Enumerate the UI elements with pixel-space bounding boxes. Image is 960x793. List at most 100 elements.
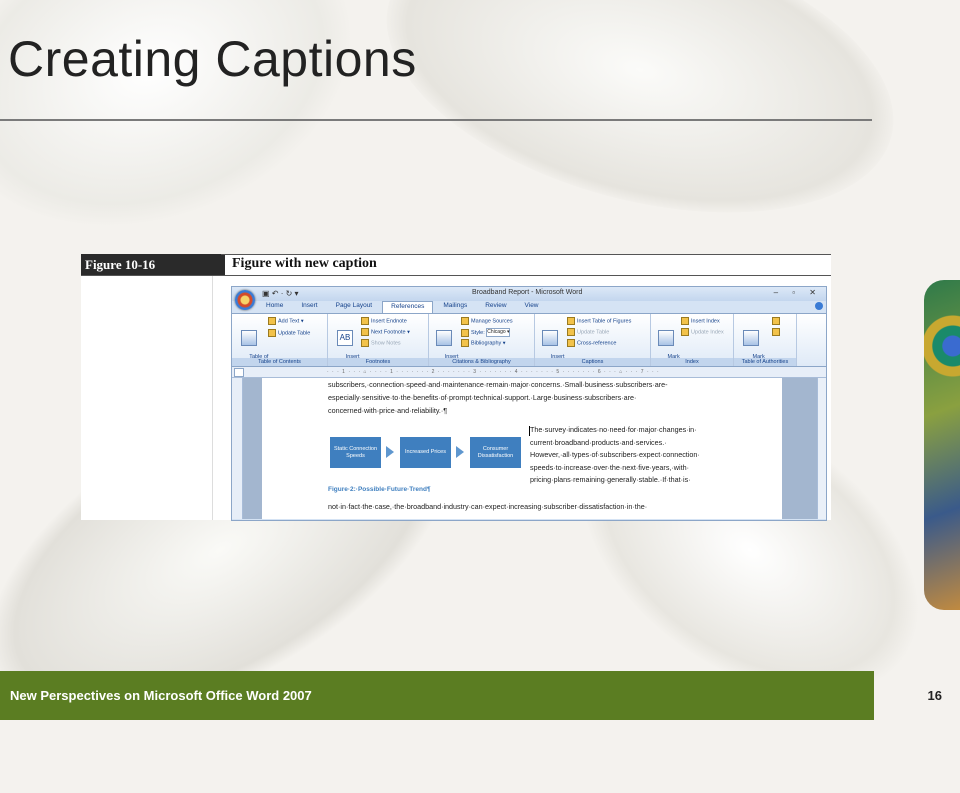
group-table-of-authorities: Mark Citation Table of Authorities (734, 314, 797, 366)
figure-label-arrow (211, 254, 223, 276)
update-table-icon (268, 329, 276, 337)
caption-update-table-label: Update Table (577, 329, 610, 336)
update-toa-icon (772, 328, 780, 336)
next-footnote-button[interactable]: Next Footnote ▾ (361, 328, 410, 336)
figure-side-panel (81, 276, 213, 520)
ribbon-tabs: Home Insert Page Layout References Maili… (232, 301, 826, 313)
footnote-icon: AB (337, 330, 353, 346)
cross-reference-icon (567, 339, 575, 347)
group-label: Table of Contents (232, 358, 327, 366)
manage-sources-button[interactable]: Manage Sources (461, 317, 513, 325)
background-decoration (355, 0, 925, 263)
insert-toa-icon (772, 317, 780, 325)
insert-index-button[interactable]: Insert Index (681, 317, 720, 325)
insert-table-of-figures-label: Insert Table of Figures (577, 318, 632, 325)
manage-sources-label: Manage Sources (471, 318, 513, 325)
figure-label: Figure 10-16 (81, 254, 225, 276)
show-notes-label: Show Notes (371, 340, 401, 347)
group-citations-bibliography: Insert Citation ▾ Manage Sources Style: … (429, 314, 535, 366)
bibliography-button[interactable]: Bibliography ▾ (461, 339, 506, 347)
insert-endnote-button[interactable]: Insert Endnote (361, 317, 407, 325)
caption-update-table-button[interactable]: Update Table (567, 328, 609, 336)
peacock-feather-image (924, 280, 960, 610)
text-line: especially·sensitive·to·the·benefits·of·… (328, 393, 637, 402)
text-line: However,·all·types·of·subscribers·expect… (530, 450, 700, 460)
update-index-icon (681, 328, 689, 336)
document-page[interactable]: subscribers,·connection·speed·and·mainte… (262, 378, 782, 519)
figure-rule (221, 254, 831, 255)
help-icon[interactable] (815, 302, 823, 310)
horizontal-ruler[interactable]: · · · 1 · · · ⌂ · · · · 1 · · · · · · · … (232, 367, 826, 378)
next-footnote-icon (361, 328, 369, 336)
show-notes-button[interactable]: Show Notes (361, 339, 401, 347)
group-label: Index (651, 358, 733, 366)
tab-insert[interactable]: Insert (293, 301, 325, 313)
diagram-box[interactable]: Static Connection Speeds (330, 437, 381, 468)
text-line: The·survey·indicates·no·need·for·major·c… (530, 425, 697, 434)
figure-panel: Figure 10-16 Figure with new caption ▣ ↶… (81, 254, 831, 521)
title-divider (0, 119, 872, 121)
insert-index-label: Insert Index (691, 318, 720, 325)
text-line: subscribers,·connection·speed·and·mainte… (328, 380, 668, 389)
tab-view[interactable]: View (517, 301, 547, 313)
tab-selector[interactable] (234, 368, 244, 377)
tab-mailings[interactable]: Mailings (435, 301, 475, 313)
insert-toa-button[interactable] (772, 317, 782, 325)
vertical-scrollbar[interactable] (817, 378, 826, 519)
diagram-box[interactable]: Consumer Dissatisfaction (470, 437, 521, 468)
update-index-label: Update Index (691, 329, 724, 336)
slide-title: Creating Captions (8, 31, 417, 87)
update-table-label: Update Table (278, 330, 311, 337)
tab-home[interactable]: Home (258, 301, 291, 313)
next-footnote-label: Next Footnote ▾ (371, 329, 410, 336)
insert-caption-icon (542, 330, 558, 346)
diagram-box[interactable]: Increased Prices (400, 437, 451, 468)
vertical-ruler[interactable] (232, 378, 243, 519)
insert-endnote-icon (361, 317, 369, 325)
group-label: Citations & Bibliography (429, 358, 534, 366)
group-table-of-contents: Table of Contents ▾ Add Text ▾ Update Ta… (232, 314, 328, 366)
update-toa-button[interactable] (772, 328, 782, 336)
diagram-arrow (386, 446, 394, 458)
window-controls[interactable]: – ▫ ✕ (774, 288, 822, 297)
cross-reference-button[interactable]: Cross-reference (567, 339, 616, 347)
group-label: Table of Authorities (734, 358, 796, 366)
insert-table-of-figures-button[interactable]: Insert Table of Figures (567, 317, 631, 325)
table-of-figures-icon (567, 317, 575, 325)
page-number: 16 (927, 688, 942, 703)
text-line: speeds·to·increase·over·the·next·five·ye… (530, 462, 689, 472)
cross-reference-label: Cross-reference (577, 340, 617, 347)
tab-review[interactable]: Review (477, 301, 514, 313)
word-window: ▣ ↶ · ↻ ▾ Broadband Report - Microsoft W… (231, 286, 827, 521)
tab-page-layout[interactable]: Page Layout (328, 301, 381, 313)
quick-access-toolbar[interactable]: ▣ ↶ · ↻ ▾ (262, 289, 299, 298)
ribbon: Table of Contents ▾ Add Text ▾ Update Ta… (232, 313, 826, 367)
update-table-button[interactable]: Update Table (268, 329, 310, 337)
text-line: concerned·with·price·and·reliability.·¶ (328, 406, 448, 415)
document-paragraph: not·in·fact·the·case,·the·broadband·indu… (328, 500, 647, 513)
caption-update-table-icon (567, 328, 575, 336)
insert-index-icon (681, 317, 689, 325)
show-notes-icon (361, 339, 369, 347)
bibliography-icon (461, 339, 469, 347)
document-paragraph: subscribers,·connection·speed·and·mainte… (328, 378, 668, 417)
style-dropdown[interactable]: Style: Chicago ▾ (461, 328, 511, 337)
style-label: Style: (471, 329, 485, 336)
text-line: not·in·fact·the·case,·the·broadband·indu… (328, 502, 648, 511)
group-label: Footnotes (328, 358, 428, 366)
add-text-label: Add Text ▾ (278, 318, 304, 325)
update-index-button[interactable]: Update Index (681, 328, 724, 336)
style-select[interactable]: Chicago ▾ (486, 328, 511, 337)
document-area: subscribers,·connection·speed·and·mainte… (232, 378, 826, 519)
title-bar: ▣ ↶ · ↻ ▾ Broadband Report - Microsoft W… (232, 287, 826, 310)
figure-caption: Figure with new caption (232, 256, 377, 271)
diagram-arrow (456, 446, 464, 458)
document-figure-caption: Figure·2:·Possible·Future·Trend¶ (328, 486, 431, 493)
add-text-button[interactable]: Add Text ▾ (268, 317, 304, 325)
group-captions: Insert Caption Insert Table of Figures U… (535, 314, 651, 366)
ruler-marks: · · · 1 · · · ⌂ · · · · 1 · · · · · · · … (327, 369, 660, 375)
document-paragraph: The·survey·indicates·no·need·for·major·c… (530, 424, 700, 487)
insert-citation-icon (436, 330, 452, 346)
add-text-icon (268, 317, 276, 325)
tab-references[interactable]: References (382, 301, 434, 313)
